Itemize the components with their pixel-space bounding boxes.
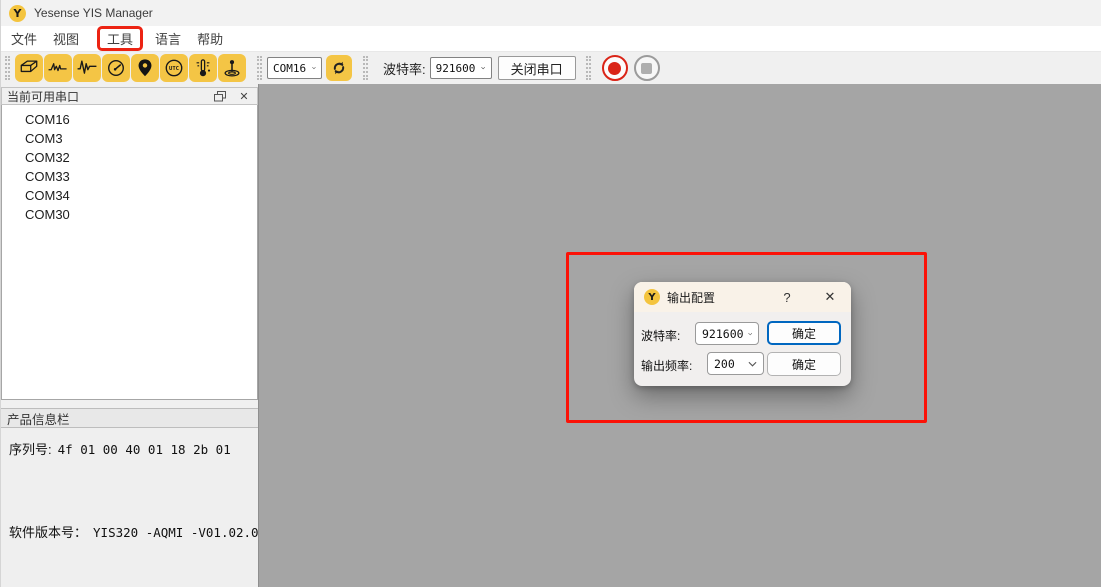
list-item-port[interactable]: COM3: [2, 129, 257, 148]
list-item-port[interactable]: COM33: [2, 167, 257, 186]
chevron-down-icon: [481, 65, 485, 71]
output-config-dialog: Y 输出配置 ? ✕ 波特率: 921600 确定 输出频率: 200: [634, 282, 851, 386]
port-select-value: COM16: [273, 62, 306, 75]
panel-gap: [1, 400, 258, 408]
location-button[interactable]: [131, 54, 159, 82]
svg-text:UTC: UTC: [169, 66, 179, 72]
app-body: 当前可用串口 ✕ COM16 COM3 COM32 COM33 COM34 CO…: [1, 84, 1101, 587]
location-pin-icon: [133, 56, 157, 80]
gauge-button[interactable]: [102, 54, 130, 82]
menu-tools[interactable]: 工具: [97, 26, 143, 51]
baud-rate-label: 波特率:: [383, 59, 426, 78]
port-select[interactable]: COM16: [267, 57, 322, 79]
stop-button[interactable]: [634, 55, 660, 81]
toolbar-drag-handle[interactable]: [5, 56, 10, 80]
baud-rate-value: 921600: [436, 62, 476, 75]
close-panel-icon[interactable]: ✕: [236, 89, 252, 103]
dialog-help-button[interactable]: ?: [777, 290, 797, 305]
chevron-down-icon: [748, 331, 752, 337]
product-info-title: 产品信息栏: [7, 409, 70, 428]
dialog-freq-ok-button[interactable]: 确定: [767, 352, 841, 376]
toolbar-drag-handle[interactable]: [586, 56, 591, 80]
utc-clock-icon: UTC: [162, 56, 186, 80]
refresh-icon: [329, 58, 349, 78]
menu-file[interactable]: 文件: [5, 27, 43, 50]
temperature-button[interactable]: [189, 54, 217, 82]
menu-view[interactable]: 视图: [47, 27, 85, 50]
chevron-down-icon: [748, 361, 757, 367]
left-panel: 当前可用串口 ✕ COM16 COM3 COM32 COM33 COM34 CO…: [1, 84, 258, 587]
titlebar: Y Yesense YIS Manager: [1, 0, 1101, 26]
dialog-title: 输出配置: [667, 289, 777, 306]
utc-clock-button[interactable]: UTC: [160, 54, 188, 82]
menu-help[interactable]: 帮助: [191, 27, 229, 50]
toolbar-drag-handle[interactable]: [257, 56, 262, 80]
ports-panel-header: 当前可用串口 ✕: [1, 87, 258, 105]
dialog-close-button[interactable]: ✕: [819, 289, 841, 305]
window-title: Yesense YIS Manager: [34, 6, 153, 20]
accel-wave-button[interactable]: [73, 54, 101, 82]
float-panel-icon[interactable]: [212, 89, 228, 103]
dialog-baud-label: 波特率:: [641, 327, 680, 344]
main-workspace: Y 输出配置 ? ✕ 波特率: 921600 确定 输出频率: 200: [258, 84, 1101, 587]
dialog-baud-value: 921600: [702, 327, 744, 341]
refresh-ports-button[interactable]: [326, 55, 352, 81]
3d-view-button[interactable]: [15, 54, 43, 82]
product-info-body: 序列号: 4f 01 00 40 01 18 2b 01 软件版本号： YIS3…: [1, 428, 258, 587]
software-version-row: 软件版本号： YIS320 -AQMI -V01.02.03;: [9, 522, 258, 541]
list-item-port[interactable]: COM30: [2, 205, 257, 224]
dialog-freq-select[interactable]: 200: [707, 352, 764, 375]
dialog-freq-value: 200: [714, 357, 744, 371]
serial-number-value: 4f 01 00 40 01 18 2b 01: [58, 442, 231, 457]
software-version-label: 软件版本号：: [9, 522, 87, 541]
software-version-value: YIS320 -AQMI -V01.02.03;: [93, 525, 274, 540]
list-item-port[interactable]: COM34: [2, 186, 257, 205]
app-window: Y Yesense YIS Manager 文件 视图 工具 语言 帮助: [0, 0, 1101, 587]
gauge-icon: [104, 56, 128, 80]
serial-port-list: COM16 COM3 COM32 COM33 COM34 COM30: [1, 105, 258, 400]
product-info-header: 产品信息栏: [1, 408, 258, 428]
app-logo-icon: Y: [9, 5, 26, 22]
joystick-icon: [220, 56, 244, 80]
list-item-port[interactable]: COM16: [2, 110, 257, 129]
dialog-titlebar[interactable]: Y 输出配置 ? ✕: [634, 282, 851, 312]
list-item-port[interactable]: COM32: [2, 148, 257, 167]
stop-icon: [641, 63, 652, 74]
thermometer-icon: [191, 56, 215, 80]
menu-language[interactable]: 语言: [149, 27, 187, 50]
dialog-baud-ok-button[interactable]: 确定: [767, 321, 841, 345]
menubar: 文件 视图 工具 语言 帮助: [1, 26, 1101, 52]
record-icon: [608, 62, 621, 75]
toolbar: UTC COM16: [1, 52, 1101, 84]
attitude-waveform-icon: [46, 56, 70, 80]
chevron-down-icon: [312, 65, 316, 71]
dialog-logo-icon: Y: [644, 289, 660, 305]
joystick-button[interactable]: [218, 54, 246, 82]
dialog-freq-label: 输出频率:: [641, 357, 692, 374]
toolbar-drag-handle[interactable]: [363, 56, 368, 80]
serial-number-label: 序列号:: [9, 439, 52, 458]
baud-rate-select[interactable]: 921600: [430, 57, 492, 79]
close-serial-port-button[interactable]: 关闭串口: [498, 56, 576, 80]
dialog-baud-select[interactable]: 921600: [695, 322, 759, 345]
attitude-wave-button[interactable]: [44, 54, 72, 82]
serial-number-row: 序列号: 4f 01 00 40 01 18 2b 01: [9, 439, 258, 458]
accel-waveform-icon: [75, 56, 99, 80]
ports-panel-title: 当前可用串口: [7, 88, 79, 105]
record-button[interactable]: [602, 55, 628, 81]
cube-icon: [17, 56, 41, 80]
